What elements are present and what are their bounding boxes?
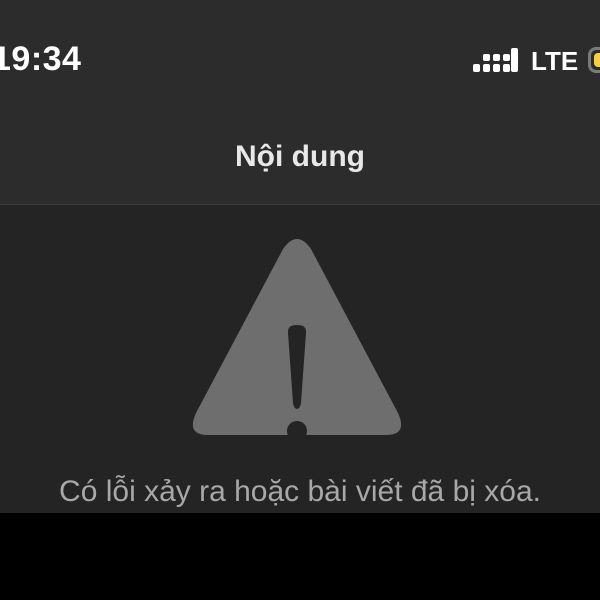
battery-icon xyxy=(588,47,600,73)
page-title: Nội dung xyxy=(235,140,365,173)
error-message: Có lỗi xảy ra hoặc bài viết đã bị xóa. xyxy=(59,475,541,508)
network-label: LTE xyxy=(531,46,579,76)
signal-bars-icon xyxy=(473,48,518,72)
battery-level xyxy=(594,53,600,67)
status-time: 19:34 xyxy=(0,40,82,78)
nav-bar: Nội dung xyxy=(0,120,600,205)
status-bar: 19:34 LTE xyxy=(0,0,600,120)
warning-triangle-icon xyxy=(192,239,402,441)
error-content: Có lỗi xảy ra hoặc bài viết đã bị xóa. xyxy=(0,205,600,513)
bottom-bar xyxy=(0,513,600,600)
app-screen: 19:34 LTE Nội dung Có lỗi xảy ra hoặc bà… xyxy=(0,0,600,513)
